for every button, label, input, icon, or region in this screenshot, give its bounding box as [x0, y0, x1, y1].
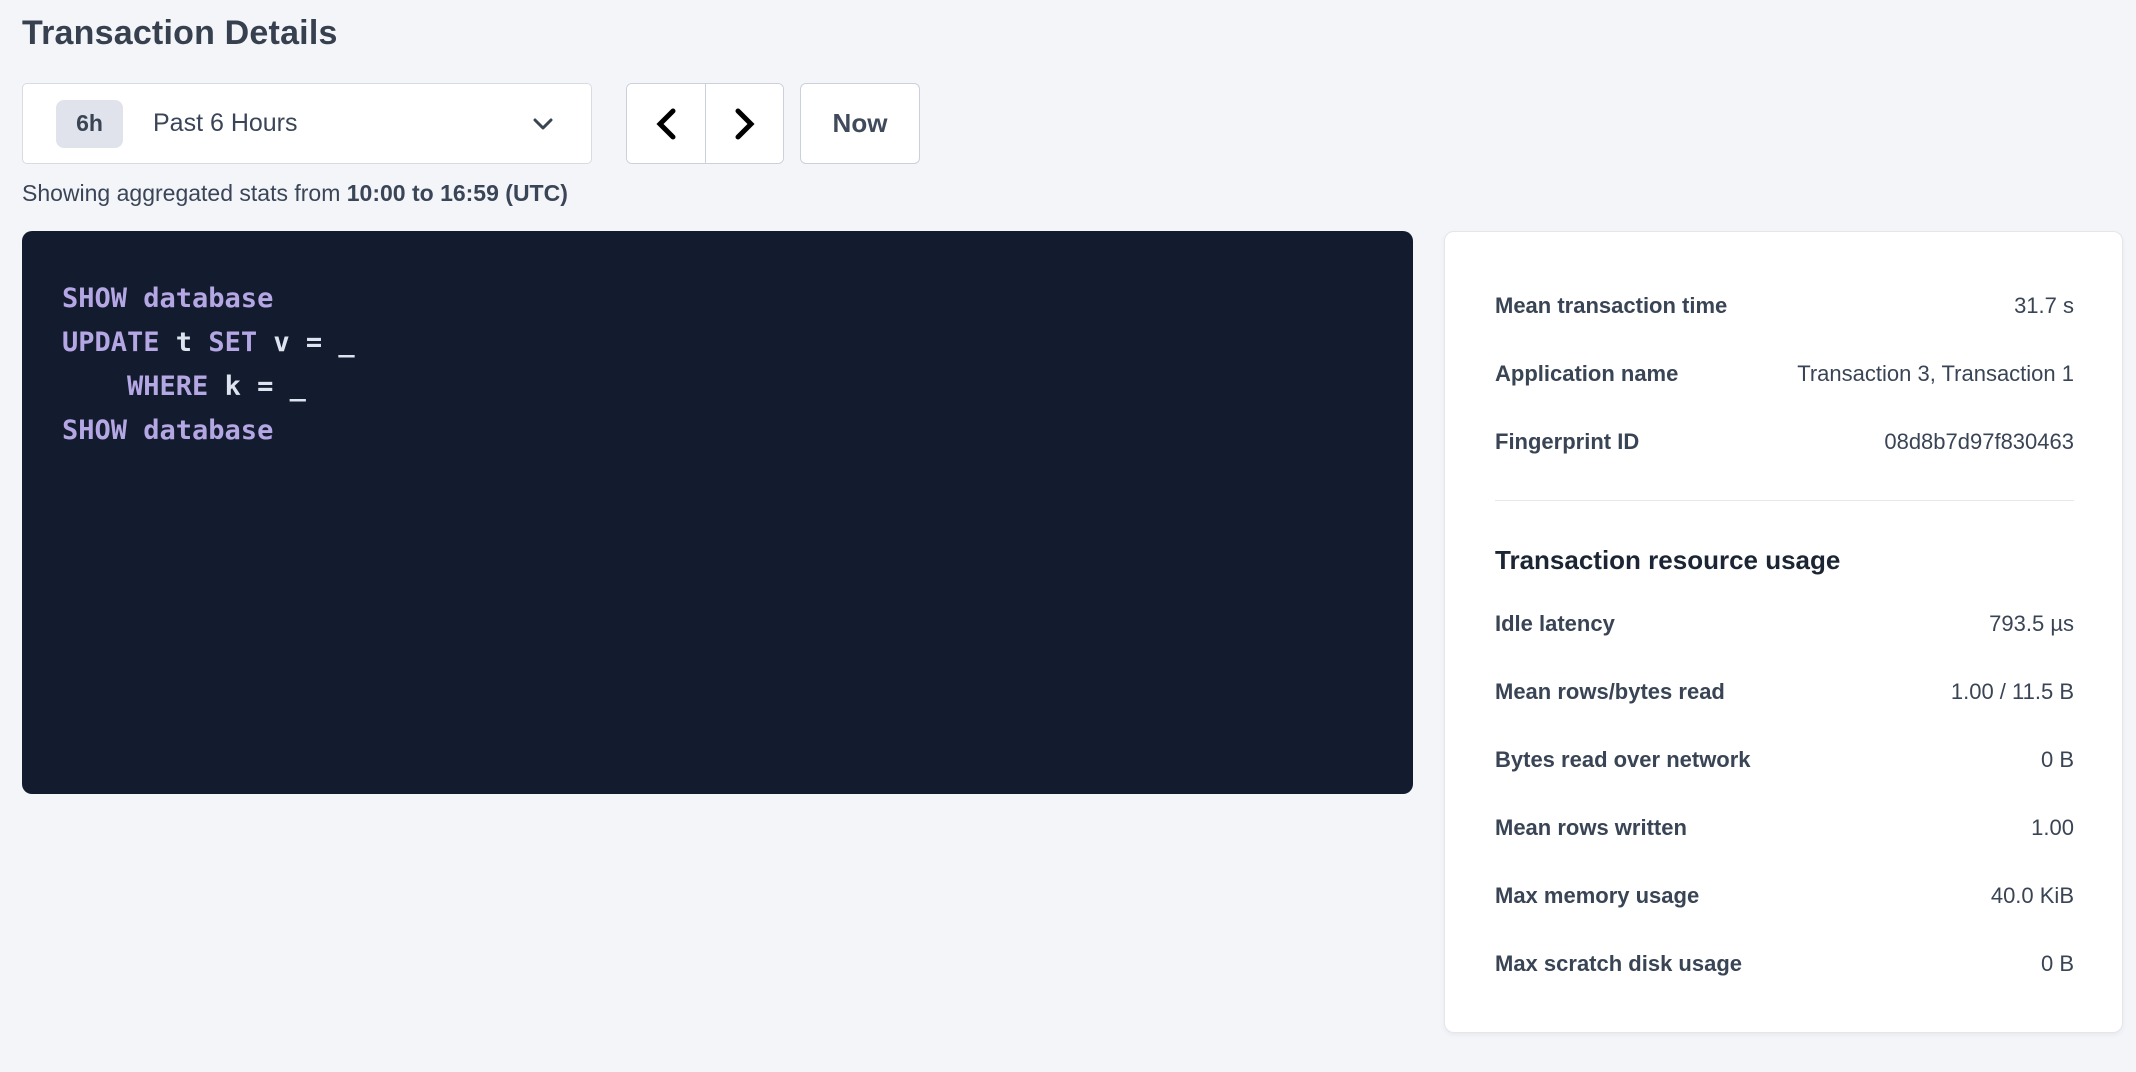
detail-row: Max scratch disk usage 0 B [1495, 930, 2074, 998]
summary-rows: Mean transaction time 31.7 s Application n… [1495, 272, 2074, 476]
detail-row: Application name Transaction 3, Transacti… [1495, 340, 2074, 408]
resource-rows: Idle latency 793.5 µs Mean rows/bytes read… [1495, 590, 2074, 998]
detail-row: Fingerprint ID 08d8b7d97f830463 [1495, 408, 2074, 476]
detail-row: Mean rows written 1.00 [1495, 794, 2074, 862]
sql-identifier-token: v = _ [257, 327, 355, 358]
sql-identifier-token: t [160, 327, 209, 358]
time-range-badge: 6h [56, 100, 123, 148]
main-content: SHOW database UPDATE t SET v = _ WHERE k … [22, 231, 2123, 1033]
chevron-right-icon [732, 107, 758, 141]
sql-code-line: SHOW database [62, 277, 1373, 321]
page-title: Transaction Details [22, 14, 2123, 53]
sql-keyword-token: WHERE [127, 371, 208, 402]
aggregated-stats-subtitle: Showing aggregated stats from 10:00 to 1… [22, 180, 2123, 207]
sql-keyword-token: SHOW database [62, 415, 273, 446]
detail-label: Max scratch disk usage [1495, 951, 1742, 977]
detail-label: Application name [1495, 361, 1678, 387]
sql-statements-box: SHOW database UPDATE t SET v = _ WHERE k … [22, 231, 1413, 794]
detail-value: 31.7 s [2014, 293, 2074, 319]
detail-row: Bytes read over network 0 B [1495, 726, 2074, 794]
sql-code-line: UPDATE t SET v = _ [62, 321, 1373, 365]
time-range-dropdown[interactable]: 6h Past 6 Hours [22, 83, 592, 164]
time-nav-group [626, 83, 784, 164]
detail-value: 08d8b7d97f830463 [1884, 429, 2074, 455]
detail-label: Bytes read over network [1495, 747, 1751, 773]
detail-label: Mean transaction time [1495, 293, 1727, 319]
detail-value: 0 B [2041, 747, 2074, 773]
sql-keyword-token: SET [208, 327, 257, 358]
detail-label: Max memory usage [1495, 883, 1699, 909]
time-controls: 6h Past 6 Hours [22, 83, 2123, 164]
sql-keyword-token: UPDATE [62, 327, 160, 358]
chevron-down-icon [531, 116, 555, 132]
subtitle-time-range: 10:00 to 16:59 (UTC) [347, 180, 568, 206]
detail-value: 793.5 µs [1989, 611, 2074, 637]
now-button[interactable]: Now [800, 83, 920, 164]
detail-label: Fingerprint ID [1495, 429, 1639, 455]
detail-value: 1.00 / 11.5 B [1951, 679, 2074, 705]
next-time-button[interactable] [705, 84, 783, 163]
sql-identifier-token: k = _ [208, 371, 306, 402]
detail-row: Mean rows/bytes read 1.00 / 11.5 B [1495, 658, 2074, 726]
resource-usage-section-title: Transaction resource usage [1495, 545, 2074, 576]
detail-label: Mean rows/bytes read [1495, 679, 1725, 705]
detail-value: 0 B [2041, 951, 2074, 977]
detail-label: Mean rows written [1495, 815, 1687, 841]
detail-value: 40.0 KiB [1991, 883, 2074, 909]
page-root: Transaction Details 6h Past 6 Hours [0, 0, 2136, 1033]
detail-row: Mean transaction time 31.7 s [1495, 272, 2074, 340]
detail-value: 1.00 [2031, 815, 2074, 841]
card-divider [1495, 500, 2074, 501]
detail-value: Transaction 3, Transaction 1 [1797, 361, 2074, 387]
detail-row: Max memory usage 40.0 KiB [1495, 862, 2074, 930]
sql-code-line: WHERE k = _ [62, 365, 1373, 409]
detail-label: Idle latency [1495, 611, 1615, 637]
sql-identifier-token [62, 371, 127, 402]
prev-time-button[interactable] [627, 84, 705, 163]
sql-code-line: SHOW database [62, 409, 1373, 453]
chevron-left-icon [653, 107, 679, 141]
sql-keyword-token: SHOW database [62, 283, 273, 314]
subtitle-prefix: Showing aggregated stats from [22, 180, 347, 206]
detail-row: Idle latency 793.5 µs [1495, 590, 2074, 658]
time-range-label: Past 6 Hours [153, 109, 531, 138]
transaction-details-card: Mean transaction time 31.7 s Application n… [1444, 231, 2123, 1033]
